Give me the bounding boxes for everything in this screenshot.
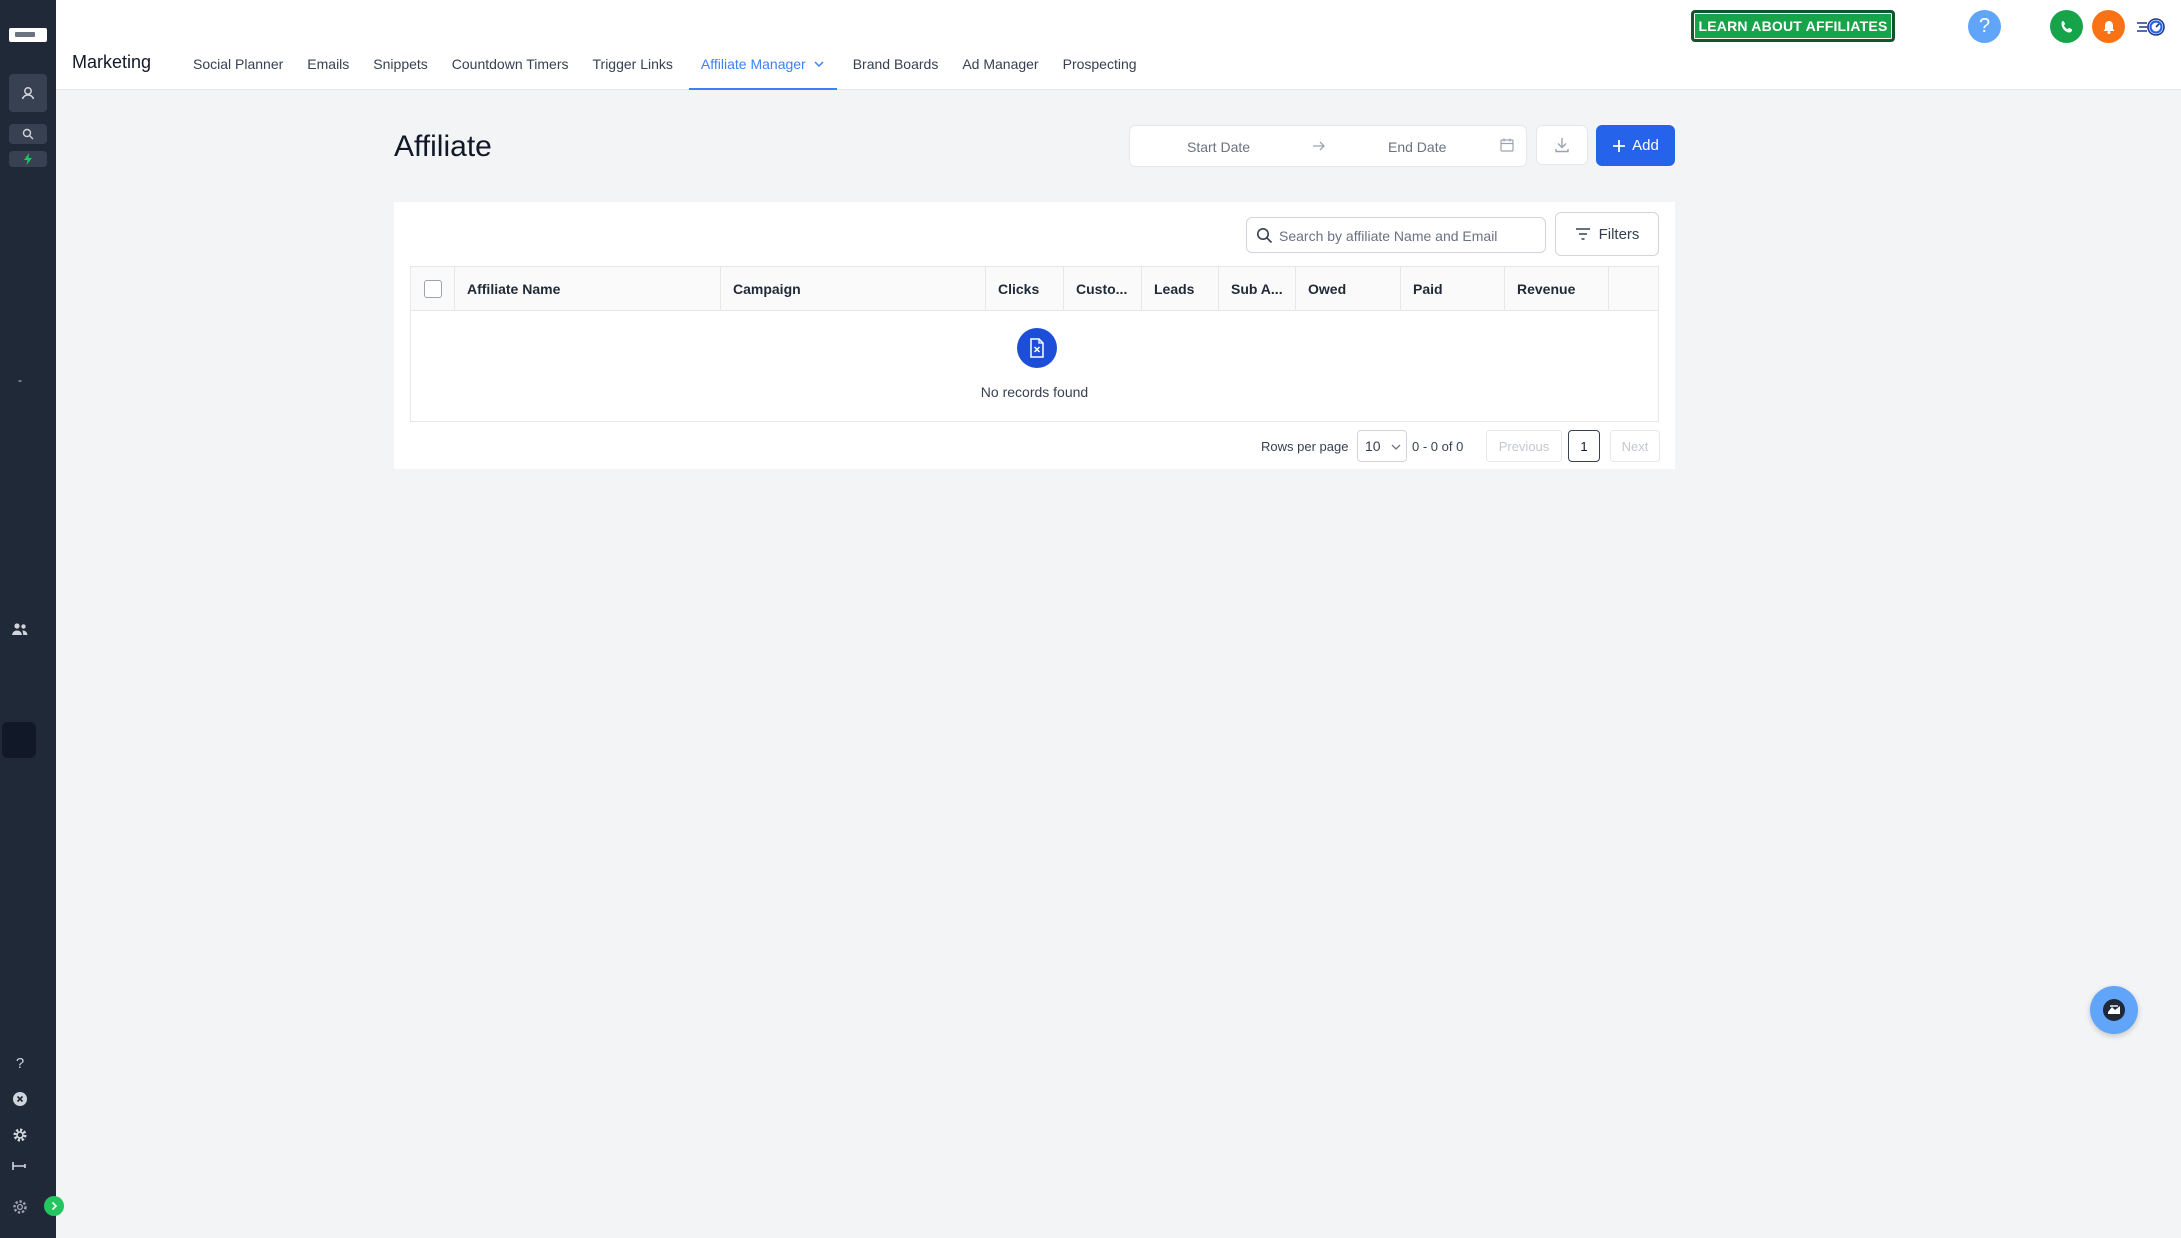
- settings-icon: [13, 1200, 27, 1214]
- download-icon: [1555, 138, 1569, 153]
- current-page-button[interactable]: 1: [1568, 430, 1600, 462]
- select-all-cell: [411, 267, 455, 311]
- user-location-icon: [21, 87, 35, 100]
- rows-per-page-label: Rows per page: [1261, 439, 1349, 454]
- tab-affiliate-manager[interactable]: Affiliate Manager: [688, 0, 837, 90]
- file-x-icon: [1030, 338, 1044, 358]
- tab-countdown-timers[interactable]: Countdown Timers: [440, 0, 581, 90]
- phone-icon: [2061, 20, 2072, 32]
- close-circle-icon: [13, 1092, 27, 1106]
- filters-button[interactable]: Filters: [1555, 212, 1659, 256]
- pagination-range: 0 - 0 of 0: [1412, 439, 1464, 454]
- top-nav-tabs: Social Planner Emails Snippets Countdown…: [181, 0, 1149, 90]
- rows-per-page-select[interactable]: 10: [1357, 430, 1407, 462]
- date-range-picker[interactable]: Start Date End Date: [1129, 125, 1527, 167]
- app-title: Marketing: [72, 52, 152, 72]
- learn-about-affiliates-button[interactable]: LEARN ABOUT AFFILIATES: [1691, 10, 1895, 42]
- chevron-down-icon: [1391, 444, 1401, 450]
- column-actions: [1609, 267, 1658, 311]
- tab-ad-manager[interactable]: Ad Manager: [950, 0, 1050, 90]
- column-owed[interactable]: Owed: [1296, 267, 1401, 311]
- sidebar-close-button[interactable]: [0, 1088, 40, 1110]
- rows-per-page-value: 10: [1365, 438, 1381, 454]
- arrow-right-icon: [1313, 141, 1325, 151]
- user-profile-button[interactable]: [2134, 10, 2168, 43]
- affiliate-search-input[interactable]: Search by affiliate Name and Email: [1246, 217, 1546, 253]
- users-icon: [12, 623, 28, 635]
- column-campaign[interactable]: Campaign: [721, 267, 986, 311]
- left-sidebar: - ?: [0, 0, 64, 1238]
- tab-brand-boards[interactable]: Brand Boards: [841, 0, 951, 90]
- no-records-icon: [1017, 328, 1057, 368]
- start-date-input[interactable]: Start Date: [1187, 139, 1250, 155]
- chevron-right-icon: [51, 1201, 58, 1211]
- quick-actions-button[interactable]: [9, 151, 47, 167]
- column-leads[interactable]: Leads: [1142, 267, 1219, 311]
- tab-social-planner[interactable]: Social Planner: [181, 0, 295, 90]
- select-all-checkbox[interactable]: [424, 280, 442, 298]
- search-icon: [1257, 228, 1273, 244]
- chat-icon: [2103, 999, 2125, 1021]
- tab-prospecting[interactable]: Prospecting: [1051, 0, 1149, 90]
- affiliate-table: Affiliate Name Campaign Clicks Custo... …: [410, 266, 1659, 422]
- gear-icon: [13, 1128, 27, 1142]
- plus-icon: [1613, 139, 1626, 152]
- tab-affiliate-manager-label: Affiliate Manager: [700, 56, 806, 72]
- notifications-button[interactable]: [2092, 10, 2125, 43]
- add-button-label: Add: [1632, 137, 1659, 154]
- download-button[interactable]: [1536, 125, 1588, 165]
- speed-logo-icon: [2137, 17, 2165, 36]
- previous-page-button[interactable]: Previous: [1486, 430, 1562, 462]
- sidebar-expand-button[interactable]: [44, 1196, 64, 1216]
- chat-widget-button[interactable]: [2090, 986, 2138, 1034]
- sidebar-settings-button[interactable]: [0, 1124, 40, 1146]
- column-sub-affiliates[interactable]: Sub A...: [1219, 267, 1296, 311]
- tool-icon: [12, 1162, 26, 1170]
- search-placeholder: Search by affiliate Name and Email: [1279, 228, 1498, 244]
- chevron-down-icon: [814, 61, 824, 68]
- no-records-text: No records found: [980, 384, 1089, 400]
- sidebar-dash: -: [18, 373, 22, 387]
- filters-label: Filters: [1598, 225, 1640, 243]
- table-header: Affiliate Name Campaign Clicks Custo... …: [411, 267, 1658, 311]
- location-switcher-button[interactable]: [9, 74, 47, 112]
- sidebar-item-contacts[interactable]: [0, 618, 40, 640]
- sidebar-help-button[interactable]: ?: [0, 1052, 40, 1074]
- column-affiliate-name[interactable]: Affiliate Name: [455, 267, 721, 311]
- affiliate-table-card: Search by affiliate Name and Email Filte…: [394, 202, 1675, 469]
- search-icon: [22, 128, 34, 140]
- sidebar-tools-button[interactable]: [0, 1158, 40, 1174]
- sidebar-search-button[interactable]: [9, 124, 47, 144]
- page-title: Affiliate: [394, 130, 492, 163]
- next-page-button[interactable]: Next: [1610, 430, 1660, 462]
- column-revenue[interactable]: Revenue: [1505, 267, 1609, 311]
- company-logo[interactable]: [9, 28, 47, 42]
- calendar-icon: [1500, 138, 1514, 152]
- tab-emails[interactable]: Emails: [295, 0, 361, 90]
- column-customers[interactable]: Custo...: [1064, 267, 1142, 311]
- end-date-input[interactable]: End Date: [1388, 139, 1446, 155]
- tab-trigger-links[interactable]: Trigger Links: [581, 0, 685, 90]
- column-clicks[interactable]: Clicks: [986, 267, 1064, 311]
- sidebar-preferences-button[interactable]: [0, 1196, 40, 1218]
- tab-snippets[interactable]: Snippets: [361, 0, 439, 90]
- column-paid[interactable]: Paid: [1401, 267, 1505, 311]
- bell-icon: [2103, 20, 2114, 34]
- lightning-icon: [24, 153, 32, 165]
- phone-button[interactable]: [2050, 10, 2083, 43]
- filter-icon: [1575, 228, 1590, 240]
- sidebar-highlight-block[interactable]: [2, 722, 36, 758]
- help-button[interactable]: ?: [1968, 10, 2001, 43]
- add-affiliate-button[interactable]: Add: [1596, 125, 1675, 166]
